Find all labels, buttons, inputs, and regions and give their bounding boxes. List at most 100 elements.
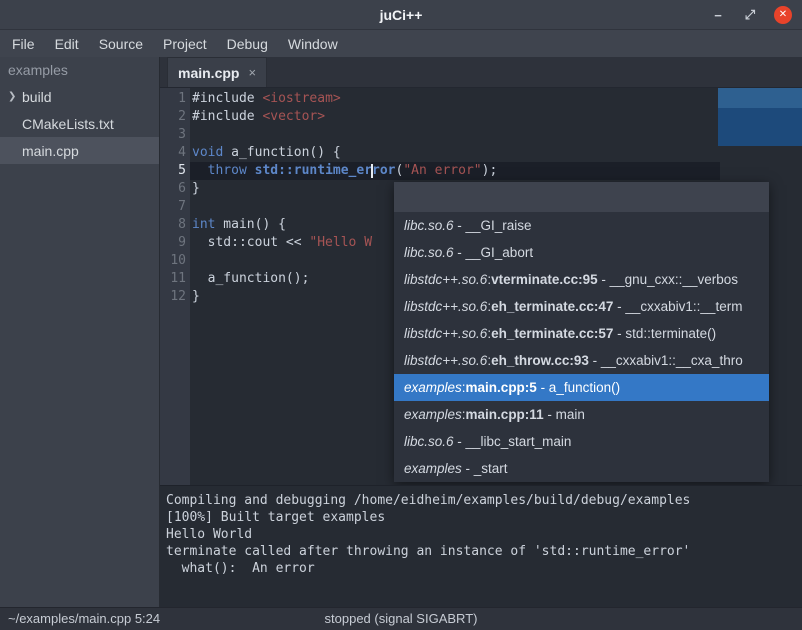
terminal-line: terminate called after throwing an insta…	[166, 543, 796, 560]
status-bar: ~/examples/main.cpp 5:24 stopped (signal…	[0, 607, 802, 630]
status-debug-state: stopped (signal SIGABRT)	[325, 608, 478, 630]
tree-item-label: build	[22, 89, 52, 105]
line-number: 5	[160, 162, 186, 180]
code-segment: #include	[192, 109, 262, 124]
code-line[interactable]: std::cout << "Hello W	[186, 234, 372, 252]
line-number: 11	[160, 270, 186, 288]
code-line[interactable]: throw std::runtime_error("An error");	[186, 162, 497, 180]
code-segment: "Hello W	[309, 235, 372, 250]
line-number: 1	[160, 90, 186, 108]
code-segment: void	[192, 145, 223, 160]
line-number: 4	[160, 144, 186, 162]
menu-item-file[interactable]: File	[2, 30, 45, 57]
terminal-line: what(): An error	[166, 560, 796, 577]
code-segment: int	[192, 217, 215, 232]
file-location: eh_throw.cc:93	[491, 353, 589, 368]
sidebar: examples ❯build CMakeLists.txt main.cpp	[0, 57, 160, 607]
line-number: 9	[160, 234, 186, 252]
menu-item-source[interactable]: Source	[89, 30, 153, 57]
project-name: examples	[0, 57, 159, 83]
code-segment: a_function() {	[223, 145, 340, 160]
terminal-output: Compiling and debugging /home/eidheim/ex…	[160, 485, 802, 607]
tab-bar: main.cpp ×	[160, 57, 802, 88]
maximize-button[interactable]: ⤢	[742, 7, 758, 23]
backtrace-row[interactable]: examples:main.cpp:11 - main	[394, 401, 769, 428]
backtrace-row[interactable]: libc.so.6 - __GI_raise	[394, 212, 769, 239]
window-controls: − ⤢ ✕	[710, 0, 792, 30]
file-location: eh_terminate.cc:57	[491, 326, 613, 341]
code-line-row: 2#include <vector>	[160, 108, 497, 126]
line-number: 6	[160, 180, 186, 198]
line-number: 7	[160, 198, 186, 216]
code-line[interactable]: #include <vector>	[186, 108, 325, 126]
module-name: examples	[404, 461, 462, 476]
backtrace-row[interactable]: libstdc++.so.6:vterminate.cc:95 - __gnu_…	[394, 266, 769, 293]
code-line[interactable]: void a_function() {	[186, 144, 341, 162]
backtrace-list: libc.so.6 - __GI_raiselibc.so.6 - __GI_a…	[394, 212, 769, 482]
line-number: 2	[160, 108, 186, 126]
code-line[interactable]: a_function();	[186, 270, 309, 288]
code-line[interactable]: }	[186, 288, 200, 306]
tree-item-main-cpp[interactable]: main.cpp	[0, 137, 159, 164]
line-number: 10	[160, 252, 186, 270]
chevron-right-icon: ❯	[8, 91, 22, 102]
backtrace-row[interactable]: examples - _start	[394, 455, 769, 482]
backtrace-row[interactable]: libstdc++.so.6:eh_throw.cc:93 - __cxxabi…	[394, 347, 769, 374]
module-name: examples	[404, 407, 462, 422]
file-location: main.cpp:5	[466, 380, 537, 395]
menu-item-edit[interactable]: Edit	[45, 30, 89, 57]
code-line[interactable]	[186, 126, 192, 144]
tree-item-build[interactable]: ❯build	[0, 83, 159, 110]
editor[interactable]: 1#include <iostream>2#include <vector>34…	[160, 88, 802, 485]
code-line-row: 1#include <iostream>	[160, 90, 497, 108]
module-name: libstdc++.so.6	[404, 326, 487, 341]
tree-item-label: main.cpp	[22, 143, 79, 159]
file-location: vterminate.cc:95	[491, 272, 598, 287]
code-segment	[192, 163, 208, 178]
code-segment: std::cout <<	[192, 235, 309, 250]
close-button[interactable]: ✕	[774, 6, 792, 24]
backtrace-popup: libc.so.6 - __GI_raiselibc.so.6 - __GI_a…	[394, 182, 769, 482]
tab-label: main.cpp	[178, 65, 239, 81]
code-line-row: 3	[160, 126, 497, 144]
code-segment: );	[482, 163, 498, 178]
line-number: 3	[160, 126, 186, 144]
code-line[interactable]: }	[186, 180, 200, 198]
tree-item-cmakelists-txt[interactable]: CMakeLists.txt	[0, 110, 159, 137]
file-tree: ❯build CMakeLists.txt main.cpp	[0, 83, 159, 164]
module-name: libstdc++.so.6	[404, 272, 487, 287]
line-number: 12	[160, 288, 186, 306]
status-file-position: ~/examples/main.cpp 5:24	[8, 608, 160, 630]
module-name: examples	[404, 380, 462, 395]
tooltip-panel	[718, 88, 802, 146]
code-line[interactable]: #include <iostream>	[186, 90, 341, 108]
menu-item-window[interactable]: Window	[278, 30, 348, 57]
code-segment: <iostream>	[262, 91, 340, 106]
terminal-line: [100%] Built target examples	[166, 509, 796, 526]
tab-close-icon[interactable]: ×	[248, 65, 256, 80]
code-segment: ror	[372, 163, 395, 178]
backtrace-row[interactable]: libc.so.6 - __libc_start_main	[394, 428, 769, 455]
code-line[interactable]	[186, 252, 192, 270]
module-name: libc.so.6	[404, 245, 454, 260]
file-location: eh_terminate.cc:47	[491, 299, 613, 314]
minimize-button[interactable]: −	[710, 8, 726, 23]
code-line[interactable]	[186, 198, 192, 216]
code-segment: throw	[208, 163, 247, 178]
code-segment: "An error"	[403, 163, 481, 178]
menu-item-debug[interactable]: Debug	[217, 30, 278, 57]
menu-item-project[interactable]: Project	[153, 30, 217, 57]
backtrace-row[interactable]: libstdc++.so.6:eh_terminate.cc:47 - __cx…	[394, 293, 769, 320]
tree-item-label: CMakeLists.txt	[22, 116, 114, 132]
popup-header	[394, 182, 769, 212]
backtrace-row[interactable]: examples:main.cpp:5 - a_function()	[394, 374, 769, 401]
code-segment: std::runtime_er	[255, 163, 372, 178]
module-name: libc.so.6	[404, 434, 454, 449]
backtrace-row[interactable]: libc.so.6 - __GI_abort	[394, 239, 769, 266]
line-number: 8	[160, 216, 186, 234]
backtrace-row[interactable]: libstdc++.so.6:eh_terminate.cc:57 - std:…	[394, 320, 769, 347]
code-line[interactable]: int main() {	[186, 216, 286, 234]
window-title: juCi++	[380, 7, 423, 23]
tab-main-cpp[interactable]: main.cpp ×	[167, 57, 267, 87]
module-name: libc.so.6	[404, 218, 454, 233]
